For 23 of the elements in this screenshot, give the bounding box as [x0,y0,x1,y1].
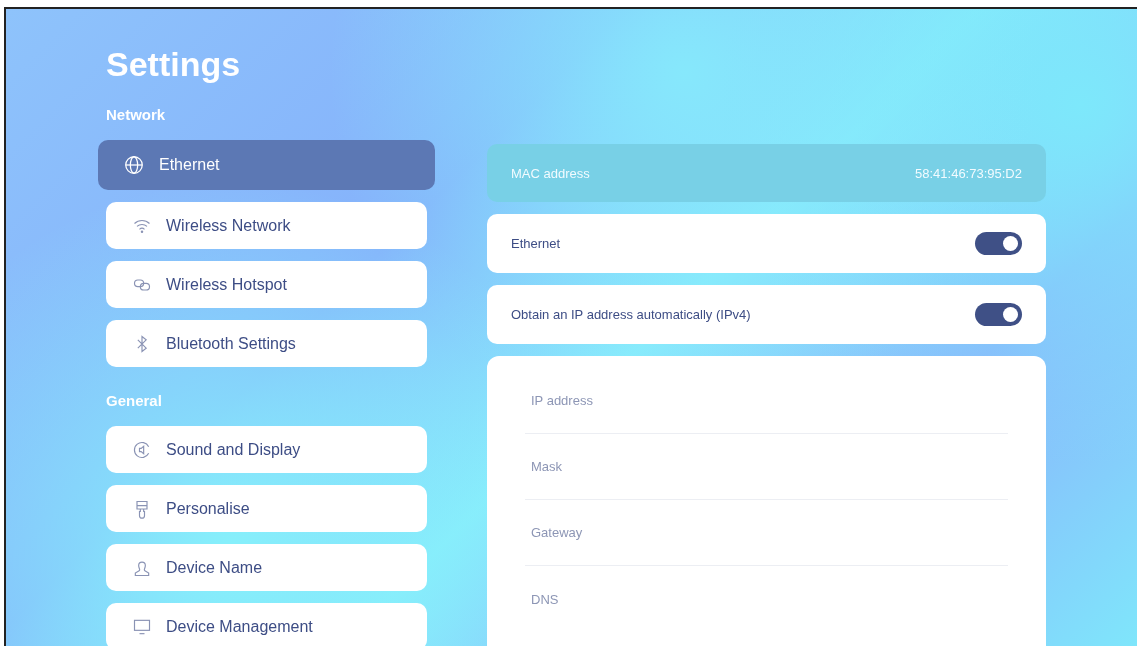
sidebar-item[interactable]: Bluetooth Settings [106,320,427,367]
input-field[interactable]: Gateway [525,500,1008,566]
toggle-label: Obtain an IP address automatically (IPv4) [511,307,751,322]
speaker-icon [132,439,152,460]
sidebar-item[interactable]: Sound and Display [106,426,427,473]
toggle-switch[interactable] [975,232,1022,255]
input-field[interactable]: Mask [525,434,1008,500]
sidebar-item[interactable]: Device Management [106,603,427,646]
toggle-switch[interactable] [975,303,1022,326]
section-heading: Network [106,106,167,123]
page-title: Settings [106,45,242,84]
input-field[interactable]: IP address [525,368,1008,434]
sidebar-item[interactable]: Ethernet [98,140,435,190]
sidebar-item[interactable]: Wireless Hotspot [106,261,427,308]
sidebar-item[interactable]: Personalise [106,485,427,532]
input-field[interactable]: DNS [525,566,1008,632]
mac-value: 58:41:46:73:95:D2 [915,165,1022,181]
globe-icon [123,154,145,176]
mac-label: MAC address [511,165,590,181]
toggle-label: Ethernet [511,236,561,251]
sidebar-item[interactable]: Wireless Network [106,202,427,249]
sidebar-item[interactable]: Device Name [106,544,427,591]
section-heading: General [106,392,163,409]
